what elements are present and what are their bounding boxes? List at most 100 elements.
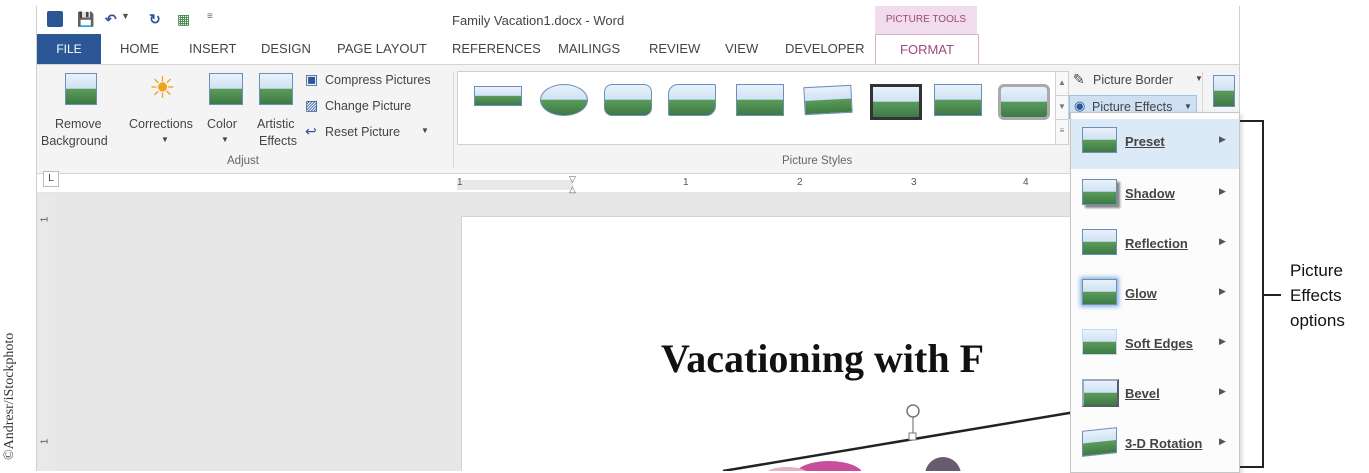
menu-item-label: 3-D Rotation [1125, 436, 1203, 451]
submenu-arrow-icon: ▶ [1219, 286, 1226, 296]
undo-icon[interactable]: ↶ [105, 11, 117, 29]
undo-dropdown-icon[interactable]: ▼ [121, 11, 130, 29]
picture-tools-context-label: PICTURE TOOLS [875, 6, 977, 34]
word-logo-icon [47, 11, 63, 27]
compress-pictures-label: Compress Pictures [325, 73, 431, 87]
bevel-icon [1082, 379, 1119, 407]
color-button[interactable]: Color ▼ [205, 69, 245, 153]
gallery-scroll-up-button[interactable]: ▲ [1055, 71, 1069, 97]
gallery-scroll-down-button[interactable]: ▼ [1055, 95, 1069, 121]
picture-style-thumb[interactable] [998, 84, 1050, 120]
submenu-arrow-icon: ▶ [1219, 236, 1226, 246]
remove-background-label-line2: Background [41, 134, 108, 148]
artistic-effects-label-line2: Effects [259, 134, 297, 148]
tab-home[interactable]: HOME [120, 41, 159, 56]
document-title: Family Vacation1.docx - Word [452, 13, 625, 28]
chevron-down-icon: ▼ [1184, 102, 1192, 111]
adjust-group-label: Adjust [227, 155, 259, 167]
ribbon: Remove Background ☀ Corrections ▼ Color … [37, 64, 1239, 174]
submenu-arrow-icon: ▶ [1219, 186, 1226, 196]
photo-credit: ©Andresr/iStockphoto [2, 332, 17, 460]
submenu-arrow-icon: ▶ [1219, 436, 1226, 446]
submenu-arrow-icon: ▶ [1219, 134, 1226, 144]
picture-style-thumb[interactable] [540, 84, 588, 116]
picture-style-thumb[interactable] [474, 86, 522, 106]
tab-view[interactable]: VIEW [725, 41, 758, 56]
tab-references[interactable]: REFERENCES [452, 41, 541, 56]
menu-item-3d-rotation[interactable]: 3-D Rotation ▶ [1071, 421, 1239, 471]
color-icon [209, 73, 243, 105]
picture-style-thumb[interactable] [934, 84, 982, 116]
picture-style-thumb[interactable] [870, 84, 922, 120]
compress-icon: ▣ [305, 71, 319, 87]
callout-bracket-bottom [1240, 466, 1264, 468]
word-window: 💾 ↶ ▼ ↻ ▦ ≡ Family Vacation1.docx - Word… [36, 6, 1240, 471]
title-bar: 💾 ↶ ▼ ↻ ▦ ≡ Family Vacation1.docx - Word… [37, 6, 1239, 34]
ruler-number: 3 [911, 177, 917, 188]
ruler-number: 4 [1023, 177, 1029, 188]
menu-item-label: Shadow [1125, 186, 1175, 201]
redo-icon[interactable]: ↻ [149, 11, 161, 29]
ruler-number: 1 [683, 177, 689, 188]
vruler-number: 1 [39, 216, 51, 223]
sun-icon: ☀ [149, 72, 176, 105]
customize-qat-icon[interactable]: ≡ [207, 11, 213, 29]
corrections-button[interactable]: ☀ Corrections ▼ [127, 69, 205, 153]
callout-line-2: Effects [1290, 286, 1342, 305]
tab-selector-button[interactable]: L [43, 171, 59, 187]
menu-item-soft-edges[interactable]: Soft Edges ▶ [1071, 321, 1239, 371]
ribbon-tabs: FILE HOME INSERT DESIGN PAGE LAYOUT REFE… [37, 34, 1239, 67]
tab-file[interactable]: FILE [37, 34, 101, 64]
color-label: Color [207, 117, 237, 131]
ruler-number: 2 [797, 177, 803, 188]
save-icon[interactable]: 💾 [77, 11, 94, 29]
tab-page-layout[interactable]: PAGE LAYOUT [337, 41, 427, 56]
picture-border-label: Picture Border [1093, 73, 1173, 87]
menu-item-shadow[interactable]: Shadow ▶ [1071, 171, 1239, 221]
chevron-down-icon: ▼ [421, 126, 429, 135]
menu-item-preset[interactable]: Preset ▶ [1071, 119, 1239, 169]
menu-item-label: Bevel [1125, 386, 1160, 401]
tab-mailings[interactable]: MAILINGS [558, 41, 620, 56]
remove-background-button[interactable]: Remove Background [41, 69, 119, 153]
layout-picture-icon[interactable] [1213, 75, 1235, 107]
tab-design[interactable]: DESIGN [261, 41, 311, 56]
menu-item-glow[interactable]: Glow ▶ [1071, 271, 1239, 321]
menu-item-reflection[interactable]: Reflection ▶ [1071, 221, 1239, 271]
picture-style-thumb[interactable] [803, 84, 853, 116]
picture-effects-menu: Preset ▶ Shadow ▶ Reflection ▶ Glow ▶ So… [1070, 112, 1240, 473]
pen-icon: ✎ [1073, 71, 1085, 87]
submenu-arrow-icon: ▶ [1219, 336, 1226, 346]
artistic-effects-icon [259, 73, 293, 105]
artistic-effects-button[interactable]: Artistic Effects [251, 69, 301, 153]
change-picture-icon: ▨ [305, 97, 319, 113]
callout-label: Picture Effects options [1290, 258, 1345, 333]
tab-format[interactable]: FORMAT [875, 34, 979, 67]
callout-line-3: options [1290, 311, 1345, 330]
chevron-down-icon: ▼ [161, 135, 169, 144]
document-heading[interactable]: Vacationing with F [661, 335, 984, 382]
tab-insert[interactable]: INSERT [189, 41, 236, 56]
hanging-indent-icon[interactable]: △ [569, 184, 576, 195]
glow-icon [1082, 279, 1117, 305]
tab-developer[interactable]: DEVELOPER [785, 41, 864, 56]
reset-picture-icon: ↩ [305, 123, 317, 139]
corrections-label: Corrections [129, 117, 193, 131]
gallery-more-button[interactable]: ≡ [1055, 119, 1069, 145]
picture-style-thumb[interactable] [668, 84, 716, 116]
menu-item-bevel[interactable]: Bevel ▶ [1071, 371, 1239, 421]
reset-picture-label: Reset Picture [325, 125, 401, 139]
submenu-arrow-icon: ▶ [1219, 386, 1226, 396]
remove-background-label-line1: Remove [55, 117, 102, 131]
callout-bracket-top [1240, 120, 1264, 122]
selected-picture[interactable] [707, 401, 1127, 471]
3d-rotation-icon [1082, 427, 1117, 457]
picture-style-thumb[interactable] [736, 84, 784, 116]
menu-item-label: Reflection [1125, 236, 1188, 251]
artistic-effects-label-line1: Artistic [257, 117, 295, 131]
tab-review[interactable]: REVIEW [649, 41, 700, 56]
print-preview-icon[interactable]: ▦ [177, 11, 190, 29]
vertical-ruler[interactable]: 1 1 [37, 196, 55, 471]
picture-style-thumb[interactable] [604, 84, 652, 116]
shadow-icon [1082, 179, 1117, 205]
